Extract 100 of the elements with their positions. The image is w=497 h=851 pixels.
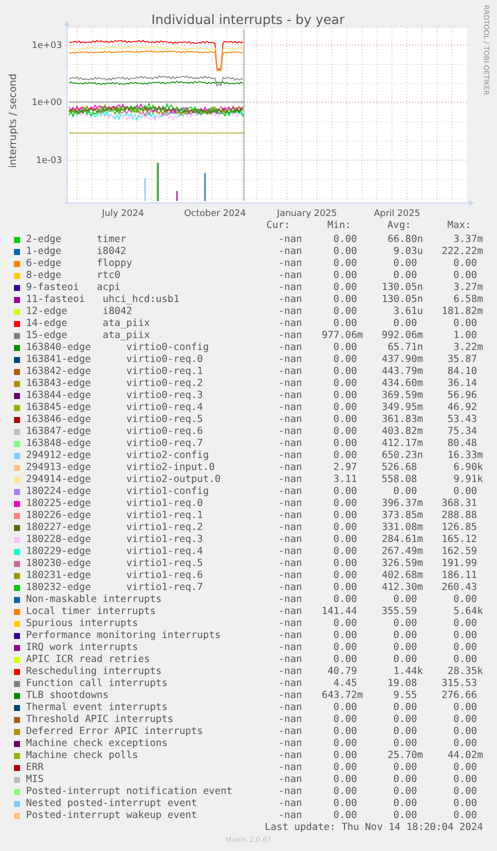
min-value: 0.00	[332, 282, 358, 294]
legend-label: 1-edge i8042	[26, 246, 128, 258]
legend-label: 163840-edge virtio0-config	[26, 342, 210, 354]
min-value: 0.00	[332, 750, 358, 762]
min-value: 0.00	[332, 594, 358, 606]
x-tick-label: July 2024	[102, 209, 144, 219]
legend-label: 163841-edge virtio0-req.0	[26, 354, 204, 366]
avg-value: 3.61u	[392, 306, 423, 318]
max-value: 0.00	[452, 738, 478, 750]
avg-value: 284.61m	[380, 534, 423, 546]
current-value: -nan	[277, 810, 302, 822]
avg-value: 526.68	[380, 462, 418, 474]
max-value: 181.82m	[440, 306, 483, 318]
max-value: 3.22m	[452, 342, 483, 354]
max-value: 0.00	[452, 714, 478, 726]
max-value: 56.96	[446, 390, 478, 402]
min-value: 0.00	[332, 318, 358, 330]
max-value: 28.35k	[446, 666, 483, 678]
legend-label: 180227-edge virtio1-req.2	[26, 522, 204, 534]
max-value: 1.00	[452, 330, 478, 342]
legend-label: 294913-edge virtio2-input.0	[26, 462, 216, 474]
current-value: -nan	[277, 702, 302, 714]
legend-label: Threshold APIC interrupts	[26, 714, 174, 726]
legend-label: 163848-edge virtio0-req.7	[26, 438, 204, 450]
max-value: 0.00	[452, 798, 478, 810]
max-value: 315.53	[440, 678, 478, 690]
min-value: 0.00	[332, 798, 358, 810]
min-value: 0.00	[332, 510, 358, 522]
max-value: 288.88	[440, 510, 478, 522]
legend-label: Machine check exceptions	[26, 738, 169, 750]
current-value: -nan	[277, 390, 302, 402]
current-value: -nan	[277, 534, 302, 546]
legend-label: 15-edge ata_piix	[26, 330, 151, 342]
current-value: -nan	[277, 354, 302, 366]
legend-label: 11-fasteoi uhci_hcd:usb1	[26, 294, 180, 306]
column-header: Avg:	[386, 220, 412, 232]
avg-value: 326.59m	[380, 558, 423, 570]
max-value: 0.00	[452, 270, 478, 282]
min-value: 0.00	[332, 714, 358, 726]
current-value: -nan	[277, 558, 302, 570]
max-value: 276.66	[440, 690, 478, 702]
avg-value: 355.59	[380, 606, 418, 618]
current-value: -nan	[277, 738, 302, 750]
current-value: -nan	[277, 678, 302, 690]
min-value: 0.00	[332, 486, 358, 498]
max-value: 0.00	[452, 702, 478, 714]
legend-label: Nested posted-interrupt event	[26, 798, 198, 810]
min-value: 0.00	[332, 642, 358, 654]
current-value: -nan	[277, 762, 302, 774]
current-value: -nan	[277, 750, 302, 762]
avg-value: 66.80n	[386, 234, 423, 246]
legend-label: Non-maskable interrupts	[26, 594, 163, 606]
max-value: 9.91k	[452, 474, 483, 486]
min-value: 0.00	[332, 258, 358, 270]
min-value: 0.00	[332, 618, 358, 630]
legend-label: 12-edge i8042	[26, 306, 134, 318]
avg-value: 402.68m	[380, 570, 423, 582]
avg-value: 361.83m	[380, 414, 423, 426]
current-value: -nan	[277, 546, 302, 558]
max-value: 0.00	[452, 654, 478, 666]
max-value: 3.27m	[452, 282, 483, 294]
avg-value: 0.00	[392, 762, 418, 774]
max-value: 16.33m	[446, 450, 483, 462]
current-value: -nan	[277, 510, 302, 522]
legend-label: IRQ work interrupts	[26, 642, 140, 654]
legend-label: 163846-edge virtio0-req.5	[26, 414, 204, 426]
current-value: -nan	[277, 282, 302, 294]
max-value: 222.22m	[440, 246, 483, 258]
max-value: 0.00	[452, 594, 478, 606]
current-value: -nan	[277, 450, 302, 462]
legend-label: 163842-edge virtio0-req.1	[26, 366, 204, 378]
max-value: 53.43	[446, 414, 478, 426]
max-value: 80.48	[446, 438, 478, 450]
min-value: 0.00	[332, 342, 358, 354]
min-value: 0.00	[332, 786, 358, 798]
current-value: -nan	[277, 726, 302, 738]
max-value: 165.12	[440, 534, 478, 546]
avg-value: 349.95m	[380, 402, 423, 414]
avg-value: 396.37m	[380, 498, 423, 510]
legend-label: 180226-edge virtio1-req.1	[26, 510, 204, 522]
legend-label: Posted-interrupt wakeup event	[26, 810, 198, 822]
min-value: 0.00	[332, 246, 358, 258]
current-value: -nan	[277, 666, 302, 678]
min-value: 0.00	[332, 582, 358, 594]
max-value: 35.87	[446, 354, 478, 366]
min-value: 0.00	[332, 810, 358, 822]
max-value: 0.00	[452, 318, 478, 330]
legend-label: Deferred Error APIC interrupts	[26, 726, 204, 738]
avg-value: 0.00	[392, 738, 418, 750]
legend-label: Rescheduling interrupts	[26, 666, 163, 678]
min-value: 0.00	[332, 630, 358, 642]
current-value: -nan	[277, 630, 302, 642]
avg-value: 0.00	[392, 270, 418, 282]
legend-label: 163843-edge virtio0-req.2	[26, 378, 204, 390]
avg-value: 0.00	[392, 654, 418, 666]
legend-label: 180232-edge virtio1-req.7	[26, 582, 204, 594]
min-value: 643.72m	[320, 690, 363, 702]
avg-value: 0.00	[392, 798, 418, 810]
legend-label: 163844-edge virtio0-req.3	[26, 390, 204, 402]
min-value: 977.06m	[320, 330, 363, 342]
